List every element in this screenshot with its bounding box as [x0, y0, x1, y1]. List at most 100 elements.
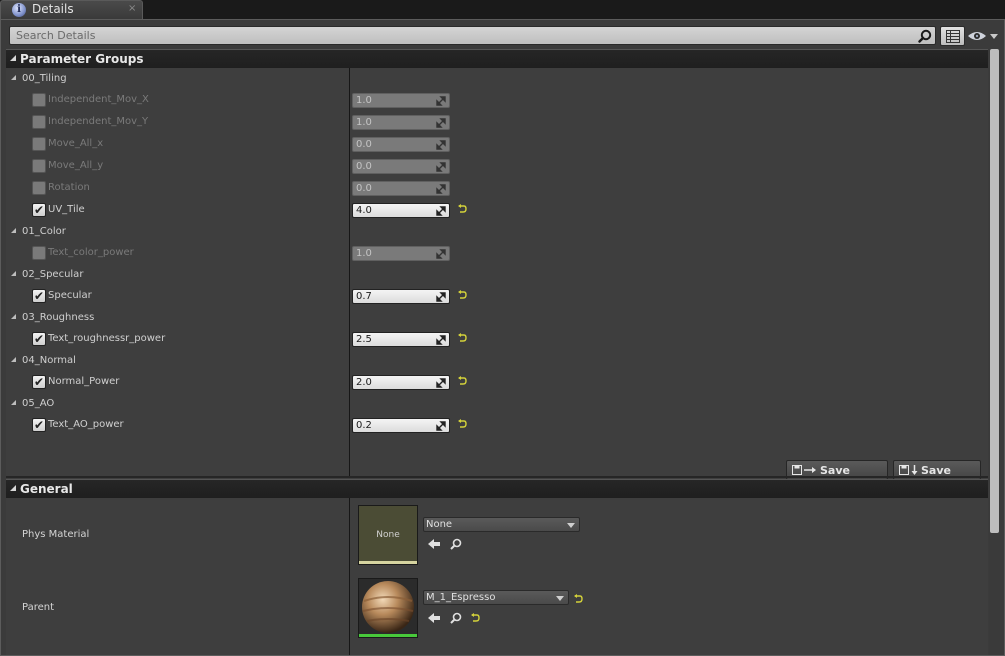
group-01-color[interactable]: 01_Color [6, 224, 349, 240]
param-value-field[interactable]: 2.5 [352, 332, 450, 347]
param-enable-checkbox[interactable] [32, 181, 46, 195]
parent-combo[interactable]: M_1_Espresso [423, 590, 569, 605]
checkmark-icon: ✔ [34, 289, 45, 303]
param-enable-checkbox[interactable]: ✔ [32, 289, 46, 303]
param-value: 2.5 [356, 334, 372, 345]
property-matrix-button[interactable] [940, 26, 965, 46]
expand-arrow-icon [11, 357, 16, 362]
scrollbar-thumb[interactable] [990, 49, 999, 533]
param-value-field[interactable]: 1.0 [352, 246, 450, 261]
param-enable-checkbox[interactable]: ✔ [32, 418, 46, 432]
spin-drag-icon[interactable] [436, 118, 446, 128]
param-enable-checkbox[interactable] [32, 93, 46, 107]
column-splitter[interactable] [349, 498, 350, 655]
phys-material-thumbnail[interactable]: None [358, 505, 418, 565]
tab-bar: i Details × [0, 0, 1005, 19]
param-row: Rotation 0.0 [6, 180, 988, 197]
group-label: 05_AO [22, 398, 55, 409]
arrow-left-icon[interactable] [427, 612, 441, 624]
reset-to-default-icon[interactable] [457, 333, 467, 344]
param-enable-checkbox[interactable] [32, 159, 46, 173]
vertical-scrollbar[interactable] [989, 49, 1000, 655]
param-enable-checkbox[interactable] [32, 115, 46, 129]
spin-drag-icon[interactable] [436, 140, 446, 150]
param-enable-checkbox[interactable]: ✔ [32, 375, 46, 389]
group-02-specular[interactable]: 02_Specular [6, 267, 349, 283]
parent-label: Parent [22, 602, 55, 613]
reset-to-default-icon[interactable] [573, 594, 583, 605]
param-value-field[interactable]: 0.2 [352, 418, 450, 433]
spin-drag-icon[interactable] [436, 421, 446, 431]
reset-to-default-icon[interactable] [457, 290, 467, 301]
param-value: 1.0 [356, 117, 372, 128]
category-parameter-groups[interactable]: Parameter Groups [6, 49, 988, 68]
param-value-field[interactable]: 0.7 [352, 289, 450, 304]
tab-details[interactable]: i Details × [0, 0, 143, 19]
spin-drag-icon[interactable] [436, 162, 446, 172]
param-value: 4.0 [356, 205, 372, 216]
param-label: Move_All_x [48, 138, 104, 149]
param-enable-checkbox[interactable]: ✔ [32, 332, 46, 346]
spin-drag-icon[interactable] [436, 335, 446, 345]
phys-material-combo[interactable]: None [423, 517, 580, 532]
param-value-field[interactable]: 1.0 [352, 93, 450, 108]
thumbnail-text: None [376, 530, 400, 540]
param-value: 1.0 [356, 95, 372, 106]
expand-arrow-icon [11, 271, 16, 276]
param-enable-checkbox[interactable]: ✔ [32, 203, 46, 217]
param-enable-checkbox[interactable] [32, 246, 46, 260]
spin-drag-icon[interactable] [436, 292, 446, 302]
spin-drag-icon[interactable] [436, 184, 446, 194]
param-value-field[interactable]: 0.0 [352, 181, 450, 196]
spin-drag-icon[interactable] [436, 96, 446, 106]
param-value: 0.0 [356, 139, 372, 150]
param-value-field[interactable]: 0.0 [352, 159, 450, 174]
eye-icon [968, 32, 998, 40]
param-row: Move_All_y 0.0 [6, 158, 988, 175]
category-general[interactable]: General [6, 479, 988, 498]
tab-title: Details [32, 2, 74, 16]
group-00-tiling[interactable]: 00_Tiling [6, 71, 349, 87]
view-options-button[interactable] [967, 29, 999, 43]
checkmark-icon: ✔ [34, 203, 45, 217]
reset-to-default-icon[interactable] [457, 419, 467, 430]
arrow-right-icon [804, 467, 816, 473]
arrow-left-icon[interactable] [427, 538, 441, 550]
param-row: ✔ Specular 0.7 [6, 288, 988, 305]
search-input[interactable] [14, 28, 909, 43]
param-value-field[interactable]: 4.0 [352, 203, 450, 218]
param-value: 0.2 [356, 420, 372, 431]
reset-to-default-icon[interactable] [457, 204, 467, 215]
collapse-arrow-icon [10, 485, 16, 491]
search-box [9, 26, 936, 45]
param-label: Specular [48, 290, 92, 301]
search-icon[interactable] [918, 29, 932, 43]
close-tab-icon[interactable]: × [128, 3, 136, 14]
param-value-field[interactable]: 0.0 [352, 137, 450, 152]
param-label: UV_Tile [48, 204, 85, 215]
spin-drag-icon[interactable] [436, 206, 446, 216]
reset-to-default-icon[interactable] [457, 376, 467, 387]
param-row: ✔ Normal_Power 2.0 [6, 374, 988, 391]
collapse-arrow-icon [10, 55, 16, 61]
spin-drag-icon[interactable] [436, 249, 446, 259]
asset-type-strip [359, 561, 417, 564]
reset-to-default-icon[interactable] [470, 613, 480, 624]
parent-thumbnail[interactable] [358, 578, 418, 638]
group-label: 02_Specular [22, 269, 84, 280]
param-enable-checkbox[interactable] [32, 137, 46, 151]
param-row: Move_All_x 0.0 [6, 136, 988, 153]
magnifier-icon[interactable] [449, 538, 463, 550]
spin-drag-icon[interactable] [436, 378, 446, 388]
param-row: ✔ UV_Tile 4.0 [6, 202, 988, 219]
save-icon [792, 465, 802, 475]
param-row: Text_color_power 1.0 [6, 245, 988, 262]
group-05-ao[interactable]: 05_AO [6, 396, 349, 412]
group-04-normal[interactable]: 04_Normal [6, 353, 349, 369]
phys-material-label: Phys Material [22, 529, 90, 540]
param-value-field[interactable]: 1.0 [352, 115, 450, 130]
group-03-roughness[interactable]: 03_Roughness [6, 310, 349, 326]
param-row: ✔ Text_AO_power 0.2 [6, 417, 988, 434]
magnifier-icon[interactable] [449, 612, 463, 624]
param-value-field[interactable]: 2.0 [352, 375, 450, 390]
